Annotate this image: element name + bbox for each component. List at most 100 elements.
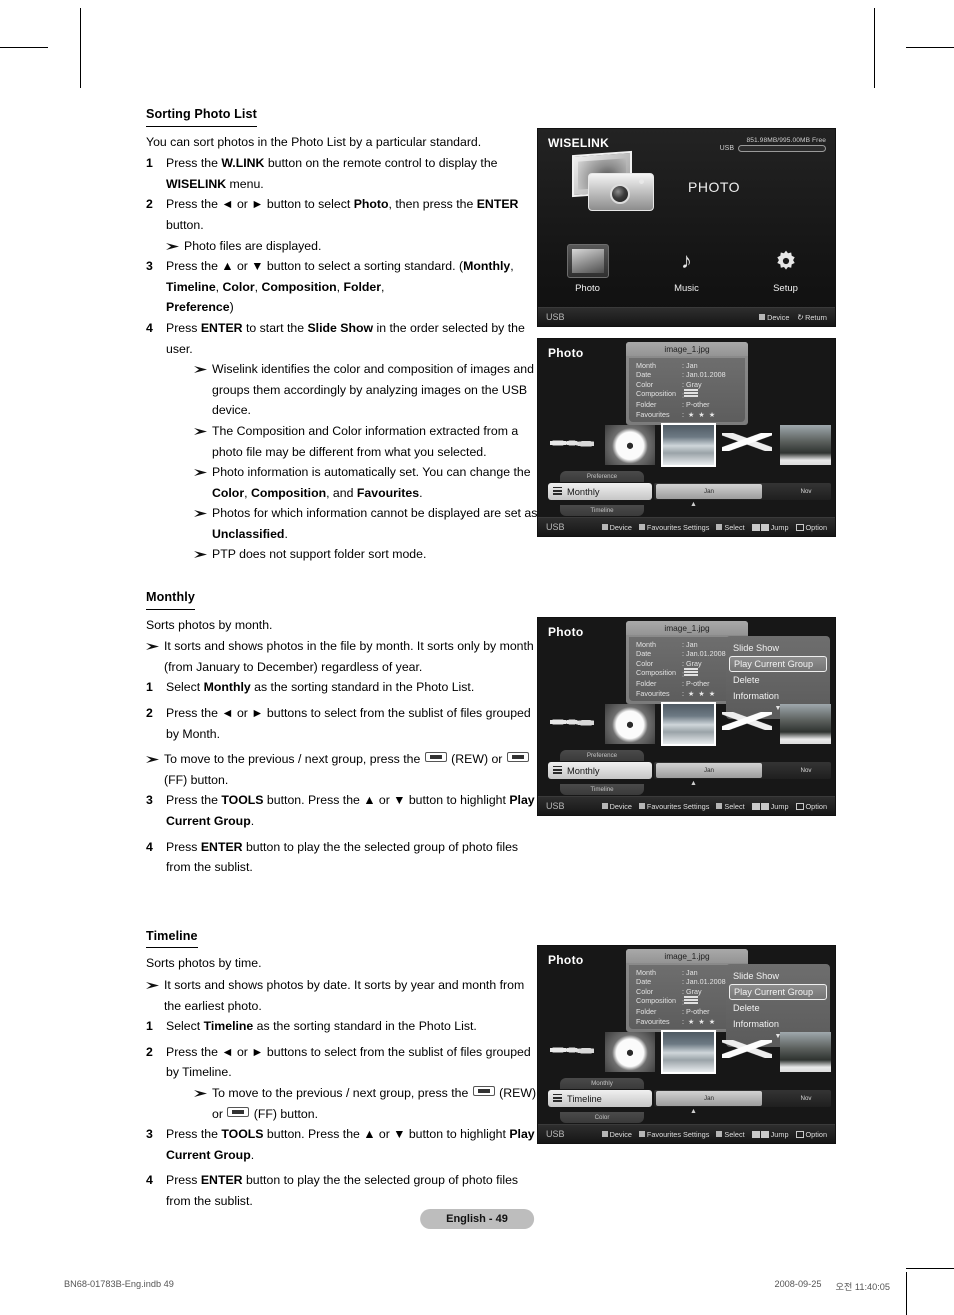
- info-row-favourites: Favourites: ★ ★ ★: [636, 1017, 740, 1026]
- sort-option-previous[interactable]: Monthly: [560, 1078, 644, 1089]
- group-timeline-track[interactable]: Jan Nov: [654, 483, 831, 500]
- step-number: 2: [146, 706, 153, 721]
- sort-standard-selector: Preference Monthly Timeline Jan Nov ▲: [538, 750, 835, 798]
- sort-option-next[interactable]: Timeline: [560, 784, 644, 795]
- tools-item-information[interactable]: Information: [726, 1016, 830, 1032]
- thumbnail-flower-photo[interactable]: [604, 1032, 656, 1072]
- key-hint-jump[interactable]: Jump: [751, 1130, 789, 1139]
- thumbnail-mountain-photo[interactable]: [721, 704, 773, 744]
- sort-option-current[interactable]: Monthly: [548, 762, 652, 779]
- thumbnail-pigs-photo[interactable]: [546, 425, 597, 465]
- group-segment-start[interactable]: Jan: [656, 763, 762, 778]
- group-segment-end[interactable]: Nov: [783, 763, 829, 778]
- thumbnail-tree-photo[interactable]: [780, 704, 831, 744]
- photo-title: Photo: [548, 346, 584, 360]
- note-text: Photo information is automatically set. …: [212, 465, 531, 500]
- key-hint-return[interactable]: ↻ Return: [796, 313, 827, 322]
- key-hint-jump[interactable]: Jump: [751, 523, 789, 532]
- timeline-step-1: 1 Select Timeline as the sorting standar…: [146, 1016, 538, 1037]
- hero-label-photo: PHOTO: [688, 179, 741, 195]
- key-hint-device[interactable]: Device: [601, 523, 632, 532]
- grey-square-icon: [716, 1131, 723, 1137]
- thumbnail-sky-photo-selected[interactable]: [661, 423, 716, 467]
- key-hint-option[interactable]: Option: [795, 1130, 827, 1139]
- tools-item-information[interactable]: Information: [726, 688, 830, 704]
- group-timeline-track[interactable]: Jan Nov: [654, 1090, 831, 1107]
- group-segment-start[interactable]: Jan: [656, 1091, 762, 1106]
- key-hint-select[interactable]: Select: [716, 1130, 745, 1139]
- thumbnail-flower-photo[interactable]: [604, 704, 656, 744]
- key-hint-favourites-settings[interactable]: Favourites Settings: [638, 522, 710, 532]
- menu-item-setup[interactable]: Setup: [736, 241, 835, 294]
- step-text: Press ENTER button to play the the selec…: [166, 1173, 519, 1208]
- storage-free-text: 851.98MB/995.00MB Free: [746, 137, 826, 144]
- tools-item-play-current-group[interactable]: Play Current Group: [729, 984, 827, 1000]
- tools-item-slide-show[interactable]: Slide Show: [726, 640, 830, 656]
- key-hint-device[interactable]: Device: [601, 1130, 632, 1139]
- key-hint-device[interactable]: Device: [759, 313, 789, 322]
- thumbnail-tree-photo[interactable]: [780, 425, 831, 465]
- group-segment-start[interactable]: Jan: [656, 484, 762, 499]
- info-row-folder: Folder: P-other: [636, 400, 740, 409]
- info-key: Favourites: [636, 1016, 670, 1026]
- key-hint-label: Return: [805, 312, 827, 322]
- print-footer-file: BN68-01783B-Eng.indb 49: [64, 1279, 174, 1289]
- info-key: Folder: [636, 1007, 657, 1017]
- group-segment-end[interactable]: Nov: [783, 1091, 829, 1106]
- grey-square-icon: [601, 803, 608, 809]
- key-hint-select[interactable]: Select: [716, 802, 745, 811]
- key-hint-label: Favourites Settings: [646, 522, 710, 532]
- tools-option-icon: [795, 802, 804, 810]
- tools-item-play-current-group[interactable]: Play Current Group: [729, 656, 827, 672]
- group-timeline-track[interactable]: Jan Nov: [654, 762, 831, 779]
- sort-option-current[interactable]: Timeline: [548, 1090, 652, 1107]
- grey-square-icon: [638, 803, 645, 809]
- sort-option-previous[interactable]: Preference: [560, 750, 644, 761]
- info-key: Color: [636, 986, 654, 996]
- note-text-a: To move to the previous / next group, pr…: [212, 1085, 472, 1100]
- menu-item-music[interactable]: ♪ Music: [637, 241, 736, 295]
- thumbnail-sky-photo-selected[interactable]: [661, 702, 716, 746]
- info-key: Composition: [636, 668, 676, 678]
- tools-item-delete[interactable]: Delete: [726, 1000, 830, 1016]
- thumbnail-mountain-photo[interactable]: [721, 1032, 773, 1072]
- key-hint-device[interactable]: Device: [601, 802, 632, 811]
- photo-footer-bar: USB Device Favourites Settings Select Ju…: [538, 1124, 835, 1143]
- sort-option-previous[interactable]: Preference: [560, 471, 644, 482]
- timeline-step-4: 4 Press ENTER button to play the the sel…: [146, 1170, 538, 1211]
- crop-mark-bottom: [906, 1268, 954, 1269]
- tools-item-slide-show[interactable]: Slide Show: [726, 968, 830, 984]
- key-hint-option[interactable]: Option: [795, 802, 827, 811]
- monthly-note-2: To move to the previous / next group, pr…: [146, 749, 538, 790]
- key-hint-favourites-settings[interactable]: Favourites Settings: [638, 802, 709, 811]
- sorting-note-2: The Composition and Color information ex…: [194, 421, 538, 462]
- key-hint-select[interactable]: Select: [716, 523, 745, 532]
- screenshot-photo-list: Photo image_1.jpg Month: Jan Date: Jan.0…: [537, 338, 836, 537]
- key-hint-favourites-settings[interactable]: Favourites Settings: [638, 1130, 709, 1139]
- sort-option-current[interactable]: Monthly: [548, 483, 652, 500]
- thumbnail-sky-photo-selected[interactable]: [661, 1030, 716, 1074]
- key-hint-option[interactable]: Option: [795, 522, 828, 532]
- menu-item-photo[interactable]: Photo: [538, 241, 637, 294]
- page-number-badge: English - 49: [420, 1209, 534, 1229]
- selection-caret-icon: ▲: [690, 780, 697, 787]
- thumbnail-tree-photo[interactable]: [780, 1032, 831, 1072]
- tools-item-delete[interactable]: Delete: [726, 672, 830, 688]
- thumbnail-mountain-photo[interactable]: [721, 425, 773, 465]
- step-text: Press the TOOLS button. Press the ▲ or ▼…: [166, 793, 535, 828]
- thumbnail-flower-photo[interactable]: [604, 425, 656, 465]
- screenshot-photo-timeline-tools: Photo image_1.jpg Month: Jan Date: Jan.0…: [537, 945, 836, 1144]
- footer-key-hints: Device Favourites Settings Select Jump O…: [601, 1130, 827, 1139]
- key-hint-label: Option: [805, 522, 828, 532]
- storage-progress-bar: [738, 145, 826, 152]
- sort-option-next[interactable]: Timeline: [560, 505, 644, 516]
- thumbnail-pigs-photo[interactable]: [546, 1032, 597, 1072]
- key-hint-jump[interactable]: Jump: [751, 802, 789, 811]
- group-segment-end[interactable]: Nov: [783, 484, 829, 499]
- sorting-step-4: 4 Press ENTER to start the Slide Show in…: [146, 318, 538, 359]
- thumbnail-pigs-photo[interactable]: [546, 704, 597, 744]
- sort-option-next[interactable]: Color: [560, 1112, 644, 1123]
- note-text: It sorts and shows photos in the file by…: [164, 639, 534, 674]
- step-number: 1: [146, 1019, 153, 1034]
- screenshot-photo-monthly-tools: Photo image_1.jpg Month: Jan Date: Jan.0…: [537, 617, 836, 816]
